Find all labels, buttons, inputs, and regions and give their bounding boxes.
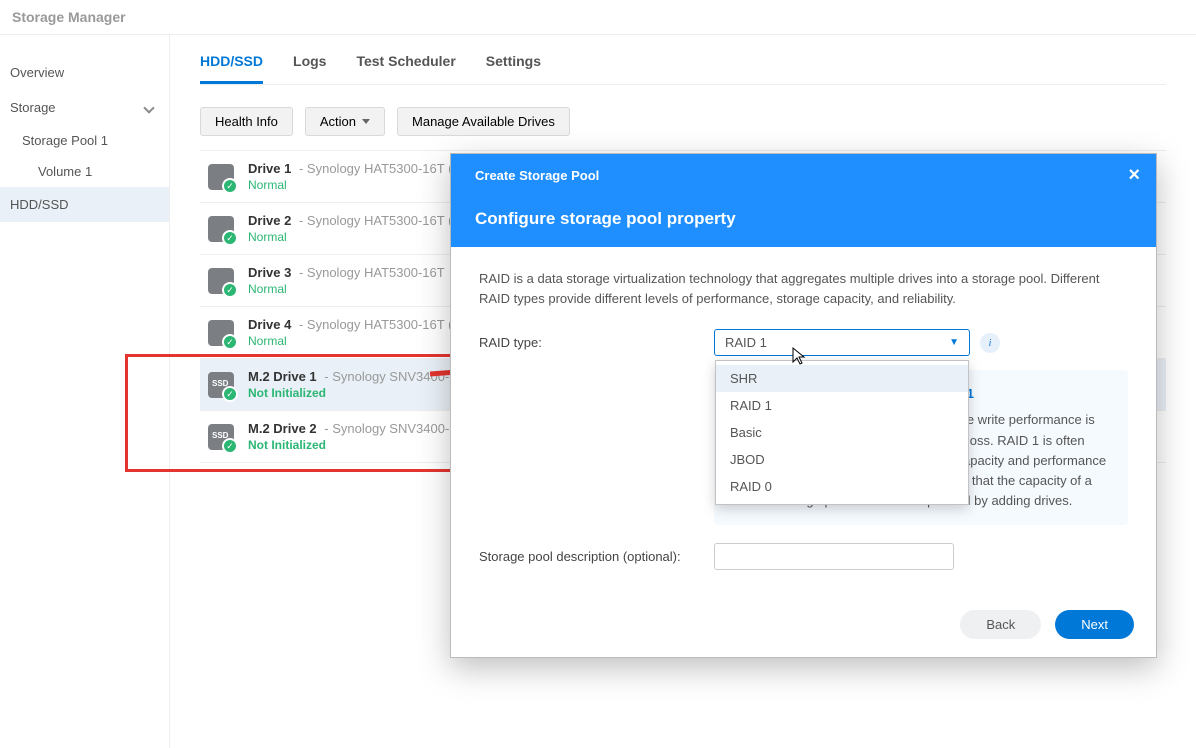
chevron-down-icon: ▼ — [949, 337, 959, 348]
drive-name: M.2 Drive 1 — [248, 369, 317, 384]
dialog-title: Create Storage Pool — [475, 168, 599, 183]
hdd-icon — [208, 268, 234, 294]
drive-name: Drive 1 — [248, 161, 291, 176]
create-storage-pool-dialog: Create Storage Pool × Configure storage … — [450, 153, 1157, 658]
action-button[interactable]: Action — [305, 107, 385, 136]
raid-option[interactable]: JBOD — [716, 446, 968, 473]
caret-down-icon — [362, 119, 370, 124]
drive-model: - Synology HAT5300-16T ( — [295, 317, 452, 332]
dialog-header: Create Storage Pool × Configure storage … — [451, 154, 1156, 247]
hdd-icon — [208, 216, 234, 242]
tab-test-scheduler[interactable]: Test Scheduler — [356, 53, 455, 84]
close-icon[interactable]: × — [1128, 164, 1140, 187]
drive-model: - Synology SNV3400- — [321, 421, 450, 436]
toolbar: Health Info Action Manage Available Driv… — [200, 107, 1166, 136]
sidebar-item-storage-pool-1[interactable]: Storage Pool 1 — [0, 125, 169, 156]
pool-description-input[interactable] — [714, 543, 954, 570]
raid-option[interactable]: Basic — [716, 419, 968, 446]
tab-logs[interactable]: Logs — [293, 53, 326, 84]
tab-bar: HDD/SSD Logs Test Scheduler Settings — [200, 35, 1166, 85]
raid-type-label: RAID type: — [479, 335, 714, 350]
ssd-icon — [208, 424, 234, 450]
raid-type-dropdown: SHRRAID 1BasicJBODRAID 0 — [715, 360, 969, 505]
drive-status: Not Initialized — [248, 386, 449, 400]
sidebar-item-overview[interactable]: Overview — [0, 55, 169, 90]
hdd-icon — [208, 164, 234, 190]
raid-option[interactable]: SHR — [716, 365, 968, 392]
drive-name: Drive 2 — [248, 213, 291, 228]
drive-status: Normal — [248, 282, 445, 296]
drive-name: M.2 Drive 2 — [248, 421, 317, 436]
ssd-icon — [208, 372, 234, 398]
chevron-down-icon — [143, 102, 154, 113]
hdd-icon — [208, 320, 234, 346]
sidebar-item-storage[interactable]: Storage — [0, 90, 169, 125]
drive-model: - Synology HAT5300-16T — [295, 265, 444, 280]
back-button[interactable]: Back — [960, 610, 1041, 639]
dialog-subtitle: Configure storage pool property — [475, 209, 1140, 229]
window-title: Storage Manager — [0, 0, 1196, 35]
raid-option[interactable]: RAID 1 — [716, 392, 968, 419]
sidebar-item-volume-1[interactable]: Volume 1 — [0, 156, 169, 187]
dialog-description: RAID is a data storage virtualization te… — [479, 269, 1128, 309]
pool-description-label: Storage pool description (optional): — [479, 549, 714, 564]
drive-name: Drive 4 — [248, 317, 291, 332]
manage-drives-button[interactable]: Manage Available Drives — [397, 107, 570, 136]
drive-status: Normal — [248, 334, 452, 348]
tab-hdd-ssd[interactable]: HDD/SSD — [200, 53, 263, 84]
sidebar: Overview Storage Storage Pool 1 Volume 1… — [0, 35, 170, 748]
drive-model: - Synology SNV3400- — [321, 369, 450, 384]
next-button[interactable]: Next — [1055, 610, 1134, 639]
health-info-button[interactable]: Health Info — [200, 107, 293, 136]
drive-status: Not Initialized — [248, 438, 449, 452]
tab-settings[interactable]: Settings — [486, 53, 541, 84]
action-button-label: Action — [320, 114, 356, 129]
sidebar-item-hdd-ssd[interactable]: HDD/SSD — [0, 187, 169, 222]
raid-type-select[interactable]: RAID 1 ▼ SHRRAID 1BasicJBODRAID 0 — [714, 329, 970, 356]
raid-option[interactable]: RAID 0 — [716, 473, 968, 500]
drive-name: Drive 3 — [248, 265, 291, 280]
sidebar-item-label: Storage — [10, 100, 56, 115]
raid-type-value: RAID 1 — [725, 335, 767, 350]
info-icon[interactable]: i — [980, 333, 1000, 353]
